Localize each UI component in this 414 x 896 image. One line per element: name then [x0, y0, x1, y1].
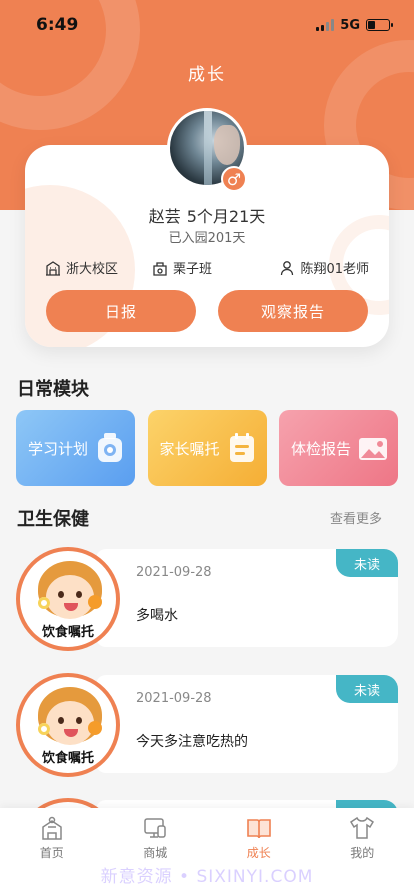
view-more-link[interactable]: 查看更多 [330, 508, 382, 527]
class-info: 栗子班 [152, 258, 212, 277]
shirt-icon [350, 816, 375, 839]
signal-icon [316, 19, 335, 31]
study-plan-card[interactable]: 学习计划 [16, 410, 135, 486]
daily-modules: 学习计划 家长嘱托 体检报告 [16, 410, 398, 486]
page-title: 成长 [188, 65, 226, 85]
daily-modules-title: 日常模块 [17, 379, 89, 400]
child-age: 5个月21天 [186, 207, 266, 226]
item-date: 2021-09-28 [136, 565, 212, 580]
male-icon: ♂ [221, 166, 247, 192]
teacher-icon [281, 260, 294, 275]
child-name: 赵芸 [148, 207, 181, 226]
child-name-age: 赵芸 5个月21天 [25, 203, 389, 227]
item-date: 2021-09-28 [136, 691, 212, 706]
building-icon [46, 260, 60, 276]
book-icon [246, 819, 271, 839]
campus-info: 浙大校区 [45, 258, 118, 277]
item-text: 今天多注意吃热的 [136, 734, 248, 750]
enrolled-days: 已入园201天 [168, 231, 246, 246]
notepad-icon [229, 433, 254, 462]
teacher-info: 陈翔01老师 [279, 258, 369, 277]
diet-note-avatar: 饮食嘱托 [16, 673, 120, 777]
home-icon [42, 816, 62, 840]
status-bar: 6:49 5G [0, 0, 414, 50]
unread-badge: 未读 [336, 675, 398, 703]
diet-note-avatar: 饮食嘱托 [16, 547, 120, 651]
shop-icon [144, 818, 166, 838]
parent-note-card[interactable]: 家长嘱托 [147, 410, 267, 486]
daily-report-button[interactable]: 日报 [46, 290, 196, 332]
list-item[interactable]: 未读 2021-09-28 今天多注意吃热的 饮食嘱托 [16, 673, 398, 777]
study-icon [98, 433, 122, 462]
observation-report-button[interactable]: 观察报告 [218, 290, 368, 332]
unread-badge: 未读 [336, 549, 398, 577]
image-icon [359, 438, 387, 460]
status-time: 6:49 [36, 15, 79, 35]
health-title: 卫生保健 [17, 509, 89, 530]
health-check-card[interactable]: 体检报告 [279, 410, 398, 486]
list-item[interactable]: 未读 2021-09-28 多喝水 饮食嘱托 [16, 547, 398, 651]
watermark: 新意资源 • SIXINYI.COM [100, 867, 314, 887]
avatar-tag: 饮食嘱托 [41, 625, 94, 640]
item-text: 多喝水 [136, 608, 178, 624]
avatar-tag: 饮食嘱托 [41, 751, 94, 766]
classroom-icon [153, 261, 167, 276]
network-label: 5G [340, 17, 360, 33]
battery-icon [366, 19, 393, 31]
